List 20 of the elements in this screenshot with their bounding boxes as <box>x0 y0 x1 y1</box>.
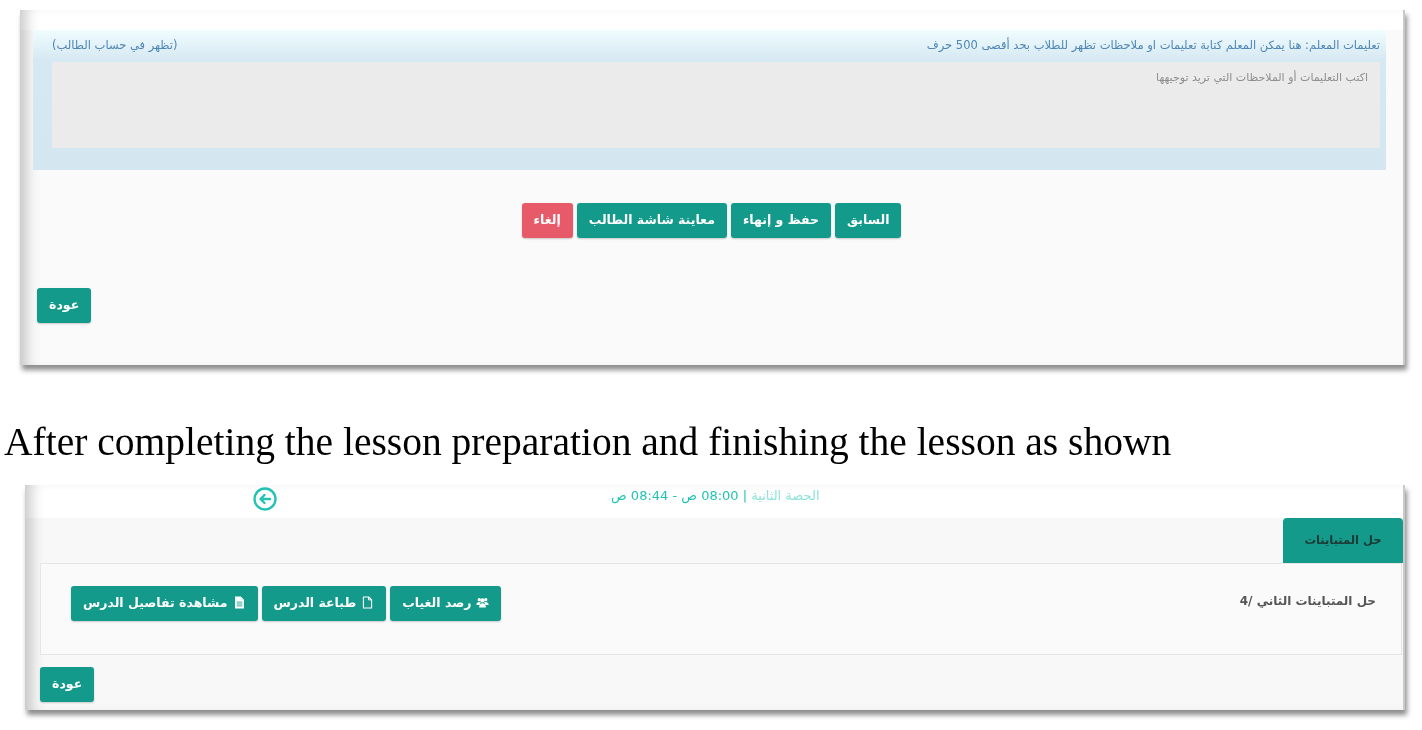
back-button[interactable]: عودة <box>37 288 92 323</box>
tab[interactable]: حل المتباينات <box>1283 518 1403 563</box>
cancel-button[interactable]: إلغاء <box>521 203 573 238</box>
lesson-title: حل المتباينات الثاني /4 <box>1239 593 1376 609</box>
back-button[interactable]: عودة <box>40 667 95 702</box>
notes-field[interactable]: اكتب التعليمات أو الملاحظات التي تريد توجيهها <box>52 62 1380 148</box>
period-label: الحصة الثانية <box>751 488 820 503</box>
save-button[interactable]: حفظ و إنهاء <box>730 203 832 238</box>
users-icon <box>476 596 490 610</box>
preview-button[interactable]: معاينة شاشة الطالب <box>576 203 727 238</box>
document-icon <box>232 596 246 610</box>
caption: After completing the lesson preparation and finishing the lesson as shown <box>4 419 1173 465</box>
print-button[interactable]: طباعة الدرس <box>261 586 387 621</box>
file-icon <box>361 596 375 610</box>
instructions-label: تعليمات المعلم: هنا يمكن المعلم كتابة تعليمات او ملاحظات تظهر للطلاب بحد أقصى 500 حرف <box>926 37 1380 53</box>
attendance-button[interactable]: رصد الغياب <box>390 586 502 621</box>
previous-button[interactable]: السابق <box>835 203 902 238</box>
time-range: | 08:00 ص - 08:44 ص <box>611 488 748 503</box>
details-button[interactable]: مشاهدة تفاصيل الدرس <box>71 586 258 621</box>
visibility-note: (تظهر في حساب الطالب) <box>52 37 178 53</box>
